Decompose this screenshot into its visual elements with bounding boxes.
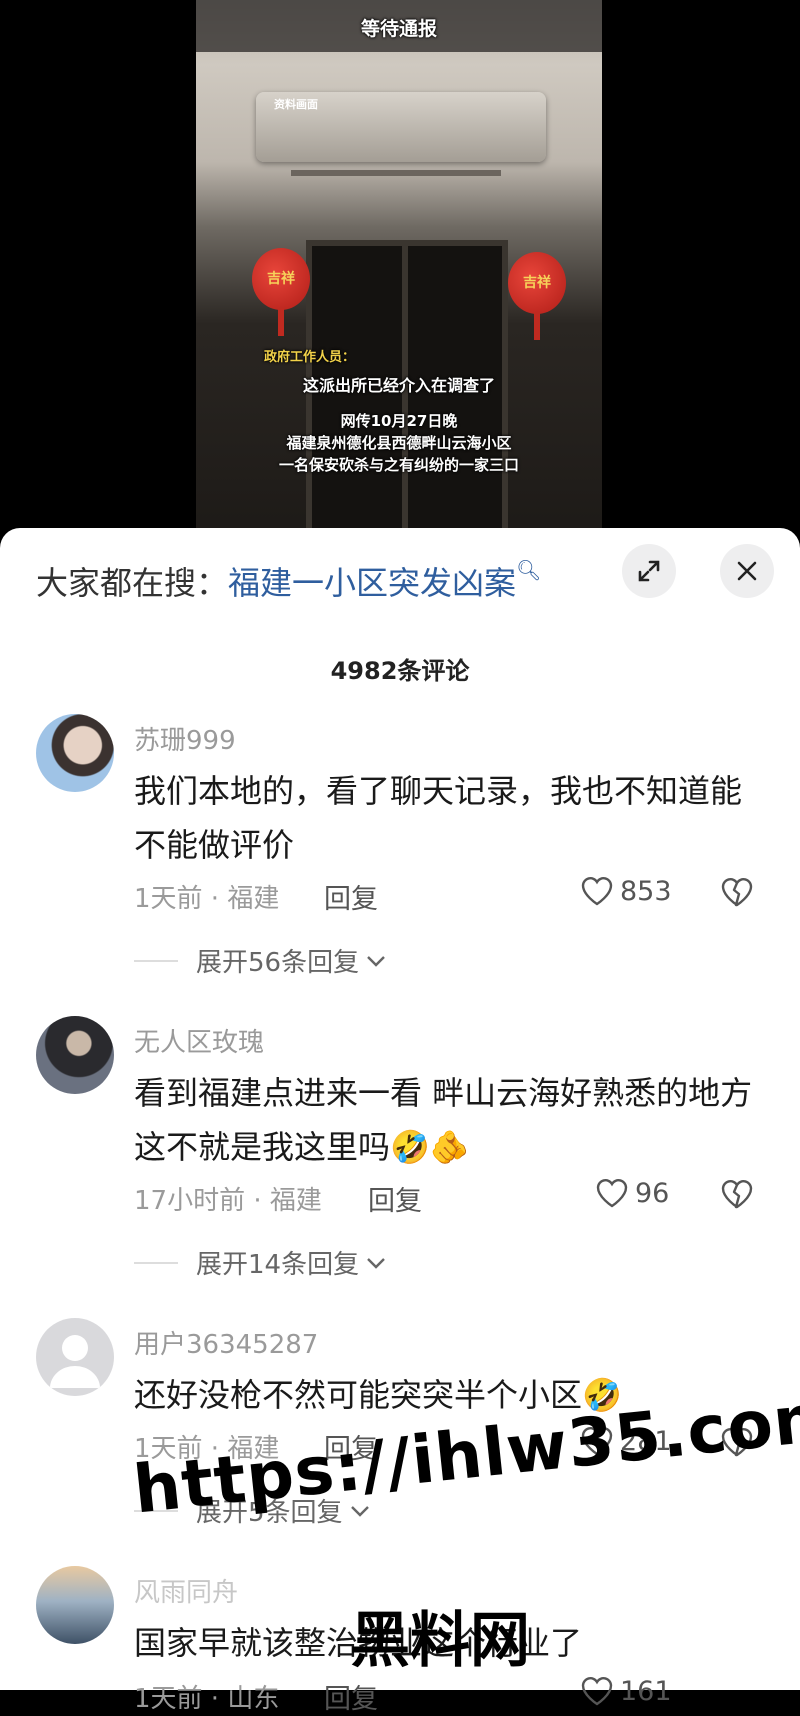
sign-strip: [291, 170, 501, 176]
comment-username[interactable]: 用户36345287: [134, 1324, 318, 1361]
comment-username[interactable]: 无人区玫瑰: [134, 1022, 264, 1059]
comment-text: 我们本地的，看了聊天记录，我也不知道能不能做评价: [134, 772, 743, 864]
video-player[interactable]: 等待通报 资料画面 吉祥 吉祥 政府工作人员： 这派出所已经介入在调查了 网传1…: [0, 0, 800, 540]
divider: [134, 1261, 178, 1264]
comment-username[interactable]: 苏珊999: [134, 720, 236, 757]
expand-sheet-button[interactable]: [622, 544, 676, 598]
trending-prefix: 大家都在搜：: [36, 564, 229, 602]
comment-meta: 1天前 · 山东: [134, 1684, 280, 1714]
comments-sheet: 大家都在搜：福建一小区突发凶案🔍︎ 4982条评论 苏珊999 我们本地的，看了…: [0, 528, 800, 1715]
comment-text: 看到福建点进来一看 畔山云海好熟悉的地方 这不就是我这里吗🤣🫵: [134, 1074, 753, 1166]
avatar[interactable]: [36, 714, 114, 792]
avatar[interactable]: [36, 1566, 114, 1644]
watermark-site: 黑料网: [350, 1606, 530, 1676]
chevron-down-icon: [367, 955, 385, 967]
close-button[interactable]: [720, 544, 774, 598]
comment-item: 无人区玫瑰 看到福建点进来一看 畔山云海好熟悉的地方 这不就是我这里吗🤣🫵 17…: [0, 1016, 800, 1286]
default-user-icon: [50, 1335, 100, 1388]
expand-replies[interactable]: 展开56条回复: [134, 942, 389, 979]
fullscreen-icon: [638, 560, 660, 582]
video-top-caption: 等待通报: [360, 18, 437, 40]
comment-meta: 1天前 · 福建: [134, 884, 280, 914]
avatar[interactable]: [36, 1318, 114, 1396]
search-icon: 🔍︎: [516, 558, 542, 582]
news-line-2: 福建泉州德化县西德畔山云海小区: [286, 434, 512, 452]
lantern-right: 吉祥: [508, 252, 566, 340]
news-line-1: 网传10月27日晚: [340, 412, 458, 430]
expand-replies[interactable]: 展开14条回复: [134, 1244, 389, 1281]
like-button[interactable]: 161: [580, 1675, 672, 1707]
video-quote: 这派出所已经介入在调查了: [302, 376, 495, 395]
dislike-button[interactable]: [720, 1178, 754, 1214]
trending-query-link[interactable]: 福建一小区突发凶案: [228, 564, 516, 602]
heart-icon: [581, 1677, 613, 1706]
broken-heart-icon: [721, 1180, 753, 1209]
comment-meta: 17小时前 · 福建: [134, 1186, 322, 1216]
close-icon: [737, 561, 757, 581]
comment-item: 苏珊999 我们本地的，看了聊天记录，我也不知道能不能做评价 1天前 · 福建 …: [0, 714, 800, 984]
expand-replies-label: 展开14条回复: [196, 1250, 360, 1280]
video-frame: 等待通报 资料画面 吉祥 吉祥 政府工作人员： 这派出所已经介入在调查了 网传1…: [196, 0, 602, 540]
reply-button[interactable]: 回复: [368, 1179, 422, 1218]
like-button[interactable]: 96: [595, 1177, 669, 1209]
comment-count: 4982条评论: [330, 657, 470, 685]
dislike-button[interactable]: [720, 876, 754, 912]
chevron-down-icon: [367, 1257, 385, 1269]
broken-heart-icon: [721, 878, 753, 907]
reply-button[interactable]: 回复: [324, 877, 378, 916]
like-count: 161: [620, 1675, 672, 1707]
video-speaker-label: 政府工作人员：: [264, 350, 356, 365]
trending-search[interactable]: 大家都在搜：福建一小区突发凶案🔍︎: [36, 558, 541, 604]
like-count: 853: [620, 875, 672, 907]
news-line-3: 一名保安砍杀与之有纠纷的一家三口: [278, 456, 519, 474]
like-button[interactable]: 853: [580, 875, 672, 907]
archive-footage-chip: 资料画面: [274, 98, 318, 111]
heart-icon: [581, 877, 613, 906]
reply-button[interactable]: 回复: [324, 1677, 378, 1716]
lantern-left: 吉祥: [252, 248, 310, 336]
heart-icon: [596, 1179, 628, 1208]
like-count: 96: [635, 1177, 670, 1209]
avatar[interactable]: [36, 1016, 114, 1094]
expand-replies-label: 展开56条回复: [196, 948, 360, 978]
comment-username[interactable]: 风雨同舟: [134, 1572, 238, 1609]
divider: [134, 959, 178, 962]
